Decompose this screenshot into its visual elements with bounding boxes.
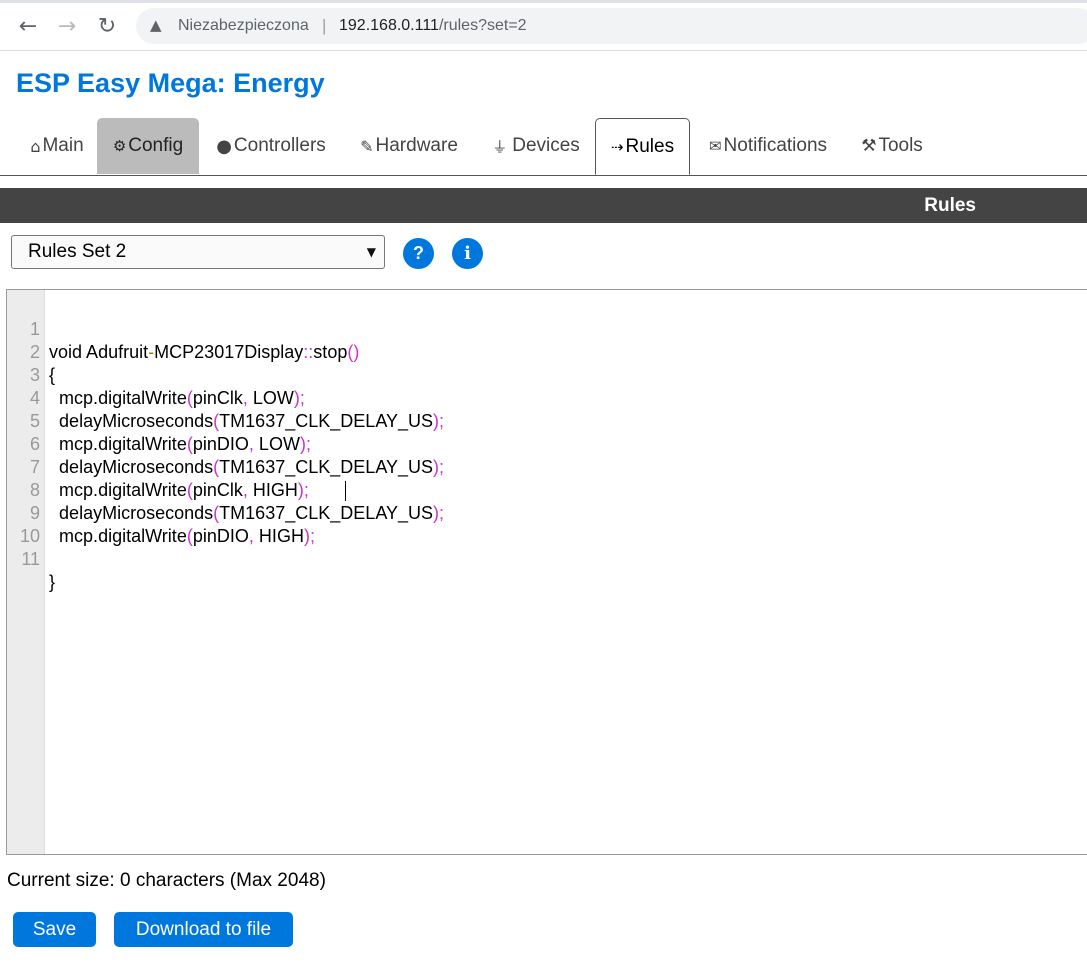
line-code[interactable]: delayMicroseconds(TM1637_CLK_DELAY_US); — [49, 456, 444, 479]
tab-notifications[interactable]: ✉ Notifications — [696, 118, 840, 174]
tab-rules[interactable]: ⇢ Rules — [595, 118, 690, 175]
tab-label: Controllers — [233, 135, 326, 156]
editor-line[interactable]: 3 mcp.digitalWrite(pinClk, LOW); — [7, 341, 305, 408]
line-code[interactable]: { — [49, 364, 55, 387]
tab-label: Rules — [625, 135, 675, 157]
gear-icon: ⚙ — [112, 137, 127, 155]
line-code[interactable]: mcp.digitalWrite(pinClk, LOW); — [49, 387, 305, 410]
reload-icon[interactable]: ↻ — [93, 12, 121, 40]
url-path: /rules?set=2 — [438, 17, 527, 34]
line-number: 11 — [21, 549, 40, 569]
info-icon: i — [464, 243, 471, 264]
editor-line[interactable]: 10 — [7, 502, 40, 546]
browser-toolbar: ← → ↻ ▲ Niezabezpieczona | 192.168.0.111… — [0, 0, 1087, 51]
tab-main[interactable]: ⌂ Main — [18, 118, 96, 174]
rules-set-selected: Rules Set 2 — [28, 241, 127, 262]
info-button[interactable]: i — [452, 238, 483, 269]
tab-config[interactable]: ⚙ Config — [97, 118, 199, 174]
tab-label: Devices — [512, 135, 580, 156]
tab-label: Tools — [878, 135, 923, 156]
home-icon: ⌂ — [30, 136, 41, 156]
pushpin-icon: ✎ — [360, 136, 374, 156]
editor-line[interactable]: 9 mcp.digitalWrite(pinDIO, HIGH); — [7, 479, 346, 546]
line-code[interactable]: mcp.digitalWrite(pinClk, HIGH); — [49, 479, 309, 502]
editor-line[interactable]: 1 void Adufruit-MCP23017Display::stop() — [7, 295, 359, 362]
page-title: ESP Easy Mega: Energy — [16, 68, 325, 98]
line-code[interactable]: delayMicroseconds(TM1637_CLK_DELAY_US); — [49, 410, 444, 433]
warning-triangle-icon[interactable]: ▲ — [150, 16, 162, 34]
tab-hardware[interactable]: ✎ Hardware — [345, 118, 473, 174]
tab-controllers[interactable]: ● Controllers — [203, 118, 339, 174]
wrench-icon: ⚒ — [861, 136, 877, 156]
section-title: Rules — [924, 195, 976, 216]
editor-line[interactable]: 2 { — [7, 318, 55, 385]
tab-devices[interactable]: ⏚ Devices — [483, 118, 589, 174]
tab-label: Main — [42, 135, 84, 156]
tab-tools[interactable]: ⚒ Tools — [848, 118, 936, 174]
url-host: 192.168.0.111 — [339, 17, 439, 34]
address-separator: | — [322, 16, 327, 35]
envelope-icon: ✉ — [708, 137, 722, 155]
section-header: Rules — [0, 188, 1087, 223]
line-code[interactable]: mcp.digitalWrite(pinDIO, LOW); — [49, 433, 311, 456]
help-button[interactable]: ? — [403, 238, 434, 269]
security-label[interactable]: Niezabezpieczona — [178, 17, 309, 35]
tab-label: Notifications — [723, 135, 828, 156]
line-code[interactable]: } — [49, 571, 55, 594]
editor-line[interactable]: 4 delayMicroseconds(TM1637_CLK_DELAY_US)… — [7, 364, 444, 431]
editor-line[interactable]: 5 mcp.digitalWrite(pinDIO, LOW); — [7, 387, 311, 454]
current-size-text: Current size: 0 characters (Max 2048) — [7, 870, 326, 891]
editor-line[interactable]: 8 delayMicroseconds(TM1637_CLK_DELAY_US)… — [7, 456, 444, 523]
line-code[interactable]: void Adufruit-MCP23017Display::stop() — [49, 341, 359, 364]
download-to-file-button[interactable]: Download to file — [114, 912, 293, 947]
rules-set-select[interactable]: Rules Set 2 ▼ — [11, 235, 385, 269]
forward-arrow-icon[interactable]: → — [53, 12, 81, 40]
speech-bubble-icon: ● — [216, 135, 232, 157]
editor-line[interactable]: 6 delayMicroseconds(TM1637_CLK_DELAY_US)… — [7, 410, 444, 477]
save-button[interactable]: Save — [13, 912, 96, 947]
tab-label: Config — [128, 135, 184, 156]
rules-code-editor[interactable]: 1 void Adufruit-MCP23017Display::stop() … — [6, 289, 1087, 855]
line-code[interactable]: delayMicroseconds(TM1637_CLK_DELAY_US); — [49, 502, 444, 525]
plug-icon: ⏚ — [492, 137, 508, 156]
address-bar[interactable]: ▲ Niezabezpieczona | 192.168.0.111/rules… — [136, 8, 1087, 44]
line-code[interactable]: mcp.digitalWrite(pinDIO, HIGH); — [49, 525, 315, 548]
question-icon: ? — [413, 243, 424, 263]
tab-strip-edge — [0, 0, 1087, 3]
main-menu: ⌂ Main ⚙ Config ● Controllers ✎ Hardware ⏚ De… — [0, 118, 1087, 176]
text-cursor — [345, 481, 346, 501]
arrow-right-icon: ⇢ — [610, 137, 624, 156]
chevron-down-icon: ▼ — [366, 245, 376, 259]
editor-line[interactable]: 11 } — [7, 525, 55, 592]
tab-label: Hardware — [375, 135, 458, 156]
url-text[interactable]: 192.168.0.111/rules?set=2 — [339, 17, 527, 35]
editor-line[interactable]: 7 mcp.digitalWrite(pinClk, HIGH); — [7, 433, 309, 500]
back-arrow-icon[interactable]: ← — [14, 12, 42, 40]
